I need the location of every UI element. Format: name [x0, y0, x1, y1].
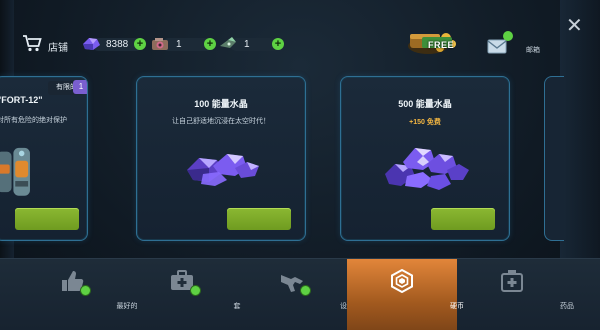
- tab-best[interactable]: 最好的: [17, 259, 138, 330]
- limited-count-badge: 1: [73, 80, 87, 94]
- tab-medicine[interactable]: 药品: [457, 259, 574, 330]
- tab-coins[interactable]: 硬币: [347, 259, 464, 330]
- shop-card-100-crystals[interactable]: 100 能量水晶 让自己舒适地沉浸在太空时代！: [136, 76, 306, 241]
- crystal-icon: [83, 38, 100, 50]
- add-gear-box-button[interactable]: +: [204, 38, 216, 50]
- buy-button[interactable]: [15, 208, 79, 230]
- add-spaceship-button[interactable]: +: [272, 38, 284, 50]
- tab-best-dot: [80, 285, 91, 296]
- spaceship-count: 1: [244, 38, 250, 50]
- shopping-cart-icon[interactable]: [22, 34, 42, 52]
- shop-title: 店铺: [48, 43, 68, 54]
- crystal-pile-small-icon: [187, 154, 259, 186]
- currency-gear-box: 1 +: [150, 36, 216, 52]
- mail-label: 邮箱: [526, 47, 540, 54]
- crystal-count: 8388: [106, 38, 129, 50]
- buy-button[interactable]: [431, 208, 495, 230]
- fort-armor-icon: [0, 147, 30, 196]
- currency-crystal: 8388 +: [80, 36, 146, 52]
- tab-set-dot: [190, 285, 201, 296]
- add-crystal-button[interactable]: +: [134, 38, 146, 50]
- shop-card-fort12[interactable]: 有限的 1 "FORT-12" 对所有危险的绝对保护: [0, 76, 88, 241]
- tab-medicine-label: 药品: [560, 303, 574, 310]
- tab-equipment-dot: [300, 285, 311, 296]
- currency-spaceship: 1 +: [218, 36, 284, 52]
- shop-card-next-partial[interactable]: [544, 76, 564, 241]
- bottom-nav: 最好的 套 设备 硬币 药品: [0, 258, 600, 330]
- mail-notification-dot: [503, 31, 513, 41]
- card-title: 100 能量水晶: [194, 99, 248, 109]
- spaceship-icon: [220, 37, 236, 48]
- buy-button[interactable]: [227, 208, 291, 230]
- free-label[interactable]: FREE: [428, 40, 454, 50]
- tab-equipment[interactable]: 设备: [237, 259, 354, 330]
- bonus-label: +150 免费: [409, 119, 441, 126]
- card-description: 对所有危险的绝对保护: [0, 117, 67, 124]
- shop-card-500-crystals[interactable]: 500 能量水晶 +150 免费: [340, 76, 510, 241]
- gear-box-icon: [152, 38, 168, 50]
- card-title: "FORT-12": [0, 95, 43, 105]
- medicine-icon: [501, 270, 523, 292]
- card-description: 让自己舒适地沉浸在太空时代！: [172, 118, 270, 125]
- top-bar: 店铺 8388 + 1 + 1 + FREE 邮箱 ✕: [0, 0, 600, 64]
- close-icon[interactable]: ✕: [566, 16, 583, 36]
- gear-box-count: 1: [176, 38, 182, 50]
- hexagon-coin-icon: [391, 269, 413, 293]
- tab-set[interactable]: 套: [127, 259, 241, 330]
- crystal-pile-large-icon: [385, 148, 469, 190]
- card-title: 500 能量水晶: [398, 99, 452, 109]
